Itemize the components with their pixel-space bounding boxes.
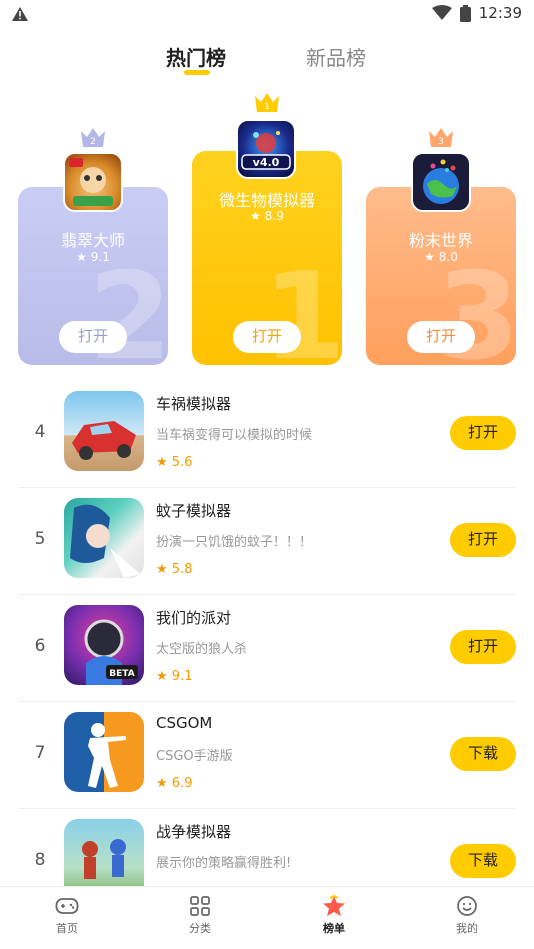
nav-label: 榜单 bbox=[323, 922, 345, 935]
app-icon[interactable] bbox=[64, 498, 144, 578]
grid-icon bbox=[190, 896, 210, 916]
podium-app-name: 粉末世界 bbox=[408, 231, 473, 250]
podium-app-icon[interactable] bbox=[411, 152, 471, 212]
app-icon[interactable] bbox=[64, 712, 144, 792]
podium-card-rank-3[interactable]: 3 粉末世界 ★ 8.0 打开 bbox=[366, 187, 516, 365]
nav-category[interactable]: 分类 bbox=[155, 895, 245, 936]
nav-label: 分类 bbox=[189, 922, 211, 935]
open-button[interactable]: 打开 bbox=[407, 321, 475, 353]
svg-text:2: 2 bbox=[90, 137, 96, 147]
app-name: 战争模拟器 bbox=[156, 823, 232, 841]
podium-app-name: 翡翠大师 bbox=[60, 231, 125, 250]
svg-text:BETA: BETA bbox=[109, 669, 134, 679]
podium-app-rating: ★ 8.0 bbox=[424, 250, 458, 264]
jade-master-icon bbox=[69, 158, 113, 206]
list-item[interactable]: 6 BETA 我们的派对 太空版的狼人杀 ★ 9.1 打开 bbox=[18, 594, 516, 702]
crown-icon: 2 bbox=[81, 128, 105, 147]
app-description: 扮演一只饥饿的蚊子！！！ bbox=[156, 535, 313, 550]
open-button[interactable]: 打开 bbox=[59, 321, 127, 353]
list-item[interactable]: 4 车祸模拟器 当车祸变得可以模拟的时候 ★ 5.6 打开 bbox=[18, 380, 516, 488]
list-item[interactable]: 7 CSGOM CSGO手游版 ★ 6.9 下载 bbox=[18, 701, 516, 809]
rank-number: 8 bbox=[34, 850, 46, 870]
rank-number: 6 bbox=[34, 636, 46, 656]
battery-icon bbox=[459, 4, 471, 22]
gamepad-icon bbox=[55, 898, 79, 914]
nav-mine[interactable]: 我的 bbox=[422, 895, 512, 936]
smiley-icon bbox=[457, 896, 477, 916]
nav-label: 首页 bbox=[56, 922, 78, 935]
powder-world-icon bbox=[423, 159, 459, 204]
podium-app-name: 微生物模拟器 bbox=[218, 191, 315, 210]
podium-app-rating: ★ 9.1 bbox=[76, 250, 110, 264]
status-bar: 12:39 bbox=[0, 0, 534, 30]
app-description: 太空版的狼人杀 bbox=[156, 642, 248, 657]
star-icon: ★ bbox=[250, 209, 261, 223]
app-rating: ★ 5.6 bbox=[156, 455, 193, 470]
star-icon: ★ bbox=[156, 669, 168, 684]
podium-app-icon[interactable]: v4.0 bbox=[236, 119, 296, 179]
warning-icon bbox=[12, 7, 28, 21]
ranking-tabs: 热门榜 新品榜 bbox=[0, 40, 534, 80]
svg-text:v4.0: v4.0 bbox=[253, 156, 280, 169]
app-rating: ★ 9.1 bbox=[156, 669, 193, 684]
mosquito-girl-icon bbox=[70, 504, 140, 578]
app-name: 蚊子模拟器 bbox=[156, 502, 232, 520]
nav-ranking[interactable]: 榜单 bbox=[289, 895, 379, 936]
download-button[interactable]: 下载 bbox=[450, 844, 516, 878]
crown-icon: 1 bbox=[255, 93, 279, 112]
csgo-soldier-icon bbox=[88, 723, 126, 788]
tab-underline bbox=[184, 70, 210, 75]
app-name: 车祸模拟器 bbox=[156, 395, 232, 413]
open-button[interactable]: 打开 bbox=[450, 416, 516, 450]
nav-home[interactable]: 首页 bbox=[22, 895, 112, 936]
app-name: CSGOM bbox=[156, 714, 213, 732]
star-icon: ★ bbox=[156, 562, 168, 577]
app-rating: ★ 6.9 bbox=[156, 776, 193, 791]
tab-hot[interactable]: 热门榜 bbox=[166, 42, 226, 71]
app-description: 当车祸变得可以模拟的时候 bbox=[156, 428, 313, 443]
star-badge-icon bbox=[323, 895, 345, 916]
status-time: 12:39 bbox=[478, 4, 522, 22]
app-rating: ★ 5.8 bbox=[156, 562, 193, 577]
our-party-icon: BETA bbox=[84, 619, 138, 685]
app-icon[interactable] bbox=[64, 391, 144, 471]
podium-card-rank-1[interactable]: 1 微生物模拟器 ★ 8.9 打开 bbox=[192, 151, 342, 365]
app-name: 我们的派对 bbox=[156, 609, 232, 627]
rank-number: 7 bbox=[34, 743, 46, 763]
open-button[interactable]: 打开 bbox=[450, 630, 516, 664]
podium-card-rank-2[interactable]: 2 翡翠大师 ★ 9.1 打开 bbox=[18, 187, 168, 365]
svg-text:1: 1 bbox=[264, 102, 270, 112]
car-crash-icon bbox=[72, 421, 136, 460]
crown-icon: 3 bbox=[429, 128, 453, 147]
list-item[interactable]: 5 蚊子模拟器 扮演一只饥饿的蚊子！！！ ★ 5.8 打开 bbox=[18, 487, 516, 595]
bottom-nav: 首页 分类 榜单 我的 bbox=[0, 886, 534, 949]
wifi-icon bbox=[431, 5, 452, 20]
open-button[interactable]: 打开 bbox=[450, 523, 516, 557]
app-description: CSGO手游版 bbox=[156, 749, 233, 764]
star-icon: ★ bbox=[156, 455, 168, 470]
star-icon: ★ bbox=[76, 250, 87, 264]
rank-number: 4 bbox=[34, 422, 46, 442]
app-icon[interactable]: BETA bbox=[64, 605, 144, 685]
podium-app-rating: ★ 8.9 bbox=[250, 209, 284, 223]
star-icon: ★ bbox=[156, 776, 168, 791]
app-description: 展示你的策略赢得胜利! bbox=[156, 856, 292, 871]
open-button[interactable]: 打开 bbox=[233, 321, 301, 353]
rank-number: 5 bbox=[34, 529, 46, 549]
svg-text:3: 3 bbox=[438, 137, 444, 147]
star-icon: ★ bbox=[424, 250, 435, 264]
download-button[interactable]: 下载 bbox=[450, 737, 516, 771]
nav-label: 我的 bbox=[456, 922, 478, 935]
tab-new[interactable]: 新品榜 bbox=[306, 42, 366, 71]
podium-app-icon[interactable] bbox=[63, 152, 123, 212]
microbe-simulator-icon: v4.0 bbox=[241, 131, 291, 170]
